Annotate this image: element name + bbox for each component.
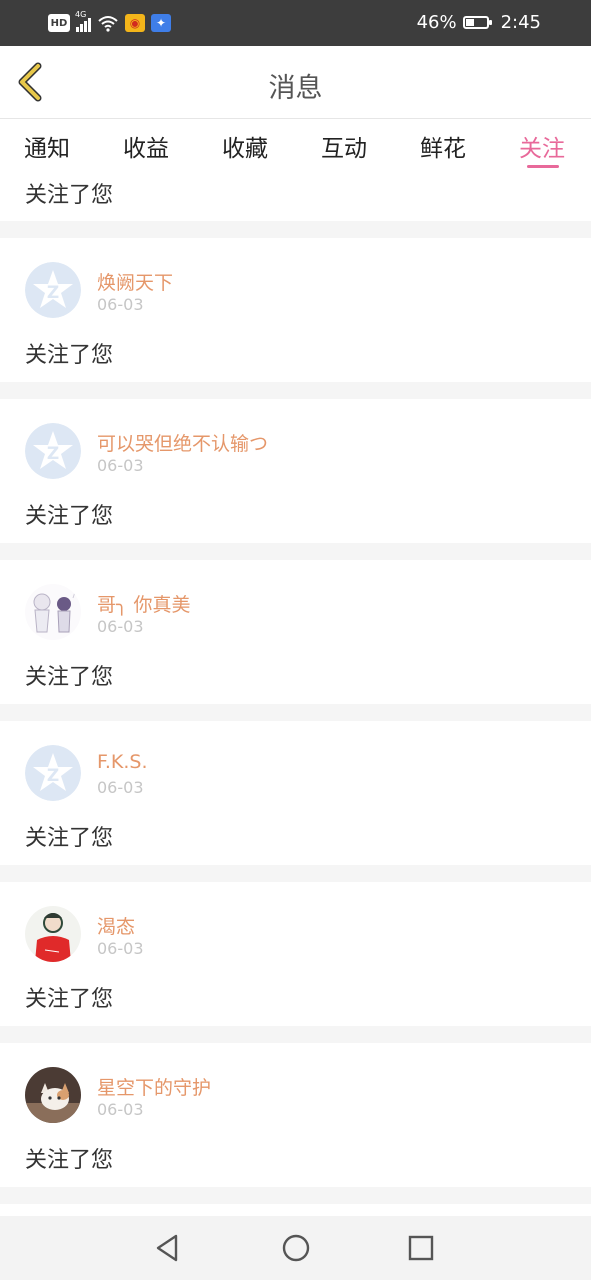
follow-message: 关注了您 [25,504,114,529]
svg-text:Z: Z [47,444,59,464]
follow-date: 06-03 [97,295,144,314]
nav-home-button[interactable] [280,1232,312,1264]
divider [0,382,591,399]
follow-message: 关注了您 [25,987,114,1012]
system-nav-bar [0,1216,591,1280]
divider [0,1026,591,1043]
tab-notifications[interactable]: 通知 [24,129,70,163]
tab-flowers[interactable]: 鲜花 [420,129,466,163]
default-avatar-icon: Z [25,423,81,479]
avatar[interactable] [25,584,81,640]
tab-interactions[interactable]: 互动 [321,129,367,163]
status-right: 46% 2:45 [417,12,541,33]
list-item[interactable]: 星空下的守护 06-03 关注了您 [0,1043,591,1187]
divider [0,704,591,721]
tab-bar: 通知 收益 收藏 互动 鲜花 关注 [0,119,591,171]
anime-girls-avatar-icon [25,584,81,640]
divider [0,865,591,882]
nav-recents-button[interactable] [405,1232,437,1264]
tab-earnings[interactable]: 收益 [123,129,169,163]
follow-list[interactable]: 关注了您 Z 焕阙天下 06-03 关注了您 Z 可以哭但绝不认输つ 06-03… [0,171,591,1209]
divider [0,543,591,560]
weibo-icon: ◉ [125,14,145,32]
follow-date: 06-03 [97,1100,144,1119]
page-title: 消息 [268,73,323,104]
list-item[interactable]: Z 可以哭但绝不认输つ 06-03 关注了您 [0,399,591,543]
list-item[interactable]: 哥╮ 你真美 06-03 关注了您 [0,560,591,704]
clock: 2:45 [500,12,541,33]
follow-message: 关注了您 [25,665,114,690]
follow-message: 关注了您 [25,826,114,851]
username[interactable]: 哥╮ 你真美 [97,590,190,617]
list-item[interactable]: Z 焕阙天下 06-03 关注了您 [0,238,591,382]
hd-icon: HD [48,14,70,32]
status-left: HD 4G ◉ ✦ [48,10,171,34]
back-triangle-icon [156,1234,178,1262]
follow-message: 关注了您 [25,1148,114,1173]
wifi-icon [98,16,118,32]
home-circle-icon [282,1234,310,1262]
default-avatar-icon: Z [25,262,81,318]
tab-favorites[interactable]: 收藏 [222,129,268,163]
status-bar: HD 4G ◉ ✦ 46% 2:45 [0,0,591,46]
red-shirt-avatar-icon [25,906,81,962]
network-label: 4G [75,10,87,19]
username[interactable]: F.K.S. [97,751,148,773]
username[interactable]: 渴态 [97,912,135,939]
avatar[interactable]: Z [25,745,81,801]
list-item[interactable]: 渴态 06-03 关注了您 [0,882,591,1026]
partial-item-text: 关注了您 [25,183,114,208]
recents-square-icon [408,1235,434,1261]
username[interactable]: 星空下的守护 [97,1073,211,1100]
signal-icon: 4G [75,10,91,32]
username[interactable]: 可以哭但绝不认输つ [97,429,268,456]
divider [0,221,591,238]
avatar[interactable] [25,1067,81,1123]
avatar[interactable]: Z [25,262,81,318]
nav-back-button[interactable] [152,1232,184,1264]
tab-following[interactable]: 关注 [519,129,565,163]
username[interactable]: 焕阙天下 [97,268,173,295]
default-avatar-icon: Z [25,745,81,801]
kitten-avatar-icon [25,1067,81,1123]
divider [0,1187,591,1204]
battery-icon [462,16,492,29]
battery-percent: 46% [416,12,457,33]
follow-date: 06-03 [97,939,144,958]
svg-text:Z: Z [47,766,59,786]
follow-date: 06-03 [97,456,144,475]
avatar[interactable]: Z [25,423,81,479]
follow-message: 关注了您 [25,343,114,368]
top-bar: 消息 [0,46,591,119]
follow-date: 06-03 [97,778,144,797]
follow-date: 06-03 [97,617,144,636]
list-item[interactable]: Z F.K.S. 06-03 关注了您 [0,721,591,865]
active-tab-indicator [527,165,559,168]
app-icon: ✦ [151,14,171,32]
svg-text:Z: Z [47,283,59,303]
avatar[interactable] [25,906,81,962]
